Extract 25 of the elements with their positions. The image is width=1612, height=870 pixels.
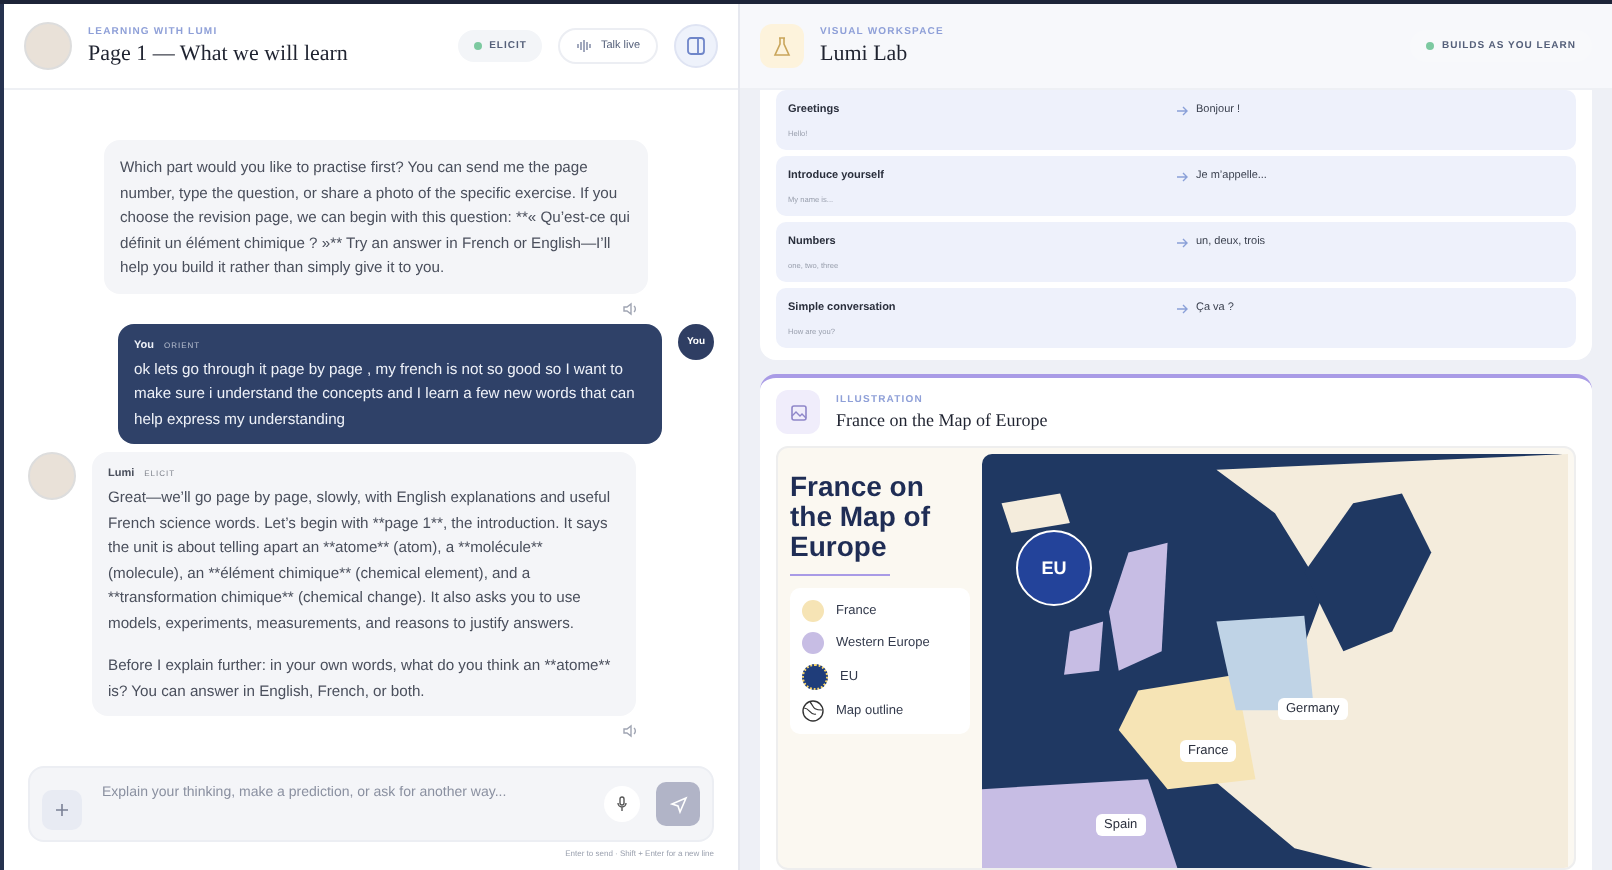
attach-button[interactable]	[42, 790, 82, 830]
lesson-title: Page 1 — What we will learn	[88, 42, 350, 66]
sidebar-panel-icon	[686, 36, 706, 56]
image-icon	[776, 390, 820, 434]
microphone-button[interactable]	[604, 786, 640, 822]
arrow-icon	[1176, 303, 1188, 313]
eu-badge: EU	[1016, 530, 1092, 606]
send-button[interactable]	[656, 782, 700, 826]
microphone-icon	[616, 796, 628, 812]
send-icon	[669, 795, 687, 813]
globe-icon	[802, 700, 824, 722]
panel-toggle-button[interactable]	[674, 24, 718, 68]
speaker-icon[interactable]	[622, 301, 638, 315]
speaker-icon[interactable]	[622, 724, 638, 738]
assistant-avatar	[28, 452, 76, 500]
flask-icon	[760, 24, 804, 68]
arrow-icon	[1176, 105, 1188, 115]
arrow-icon	[1176, 237, 1188, 247]
illustration-title: France on the Map of Europe	[836, 410, 1050, 430]
tutor-avatar	[24, 22, 72, 70]
plus-icon	[54, 802, 70, 818]
poster-title: France on the Map of Europe	[790, 472, 932, 562]
workspace-title: Lumi Lab	[820, 42, 910, 66]
waveform-icon	[576, 40, 593, 52]
arrow-icon	[1176, 171, 1188, 181]
